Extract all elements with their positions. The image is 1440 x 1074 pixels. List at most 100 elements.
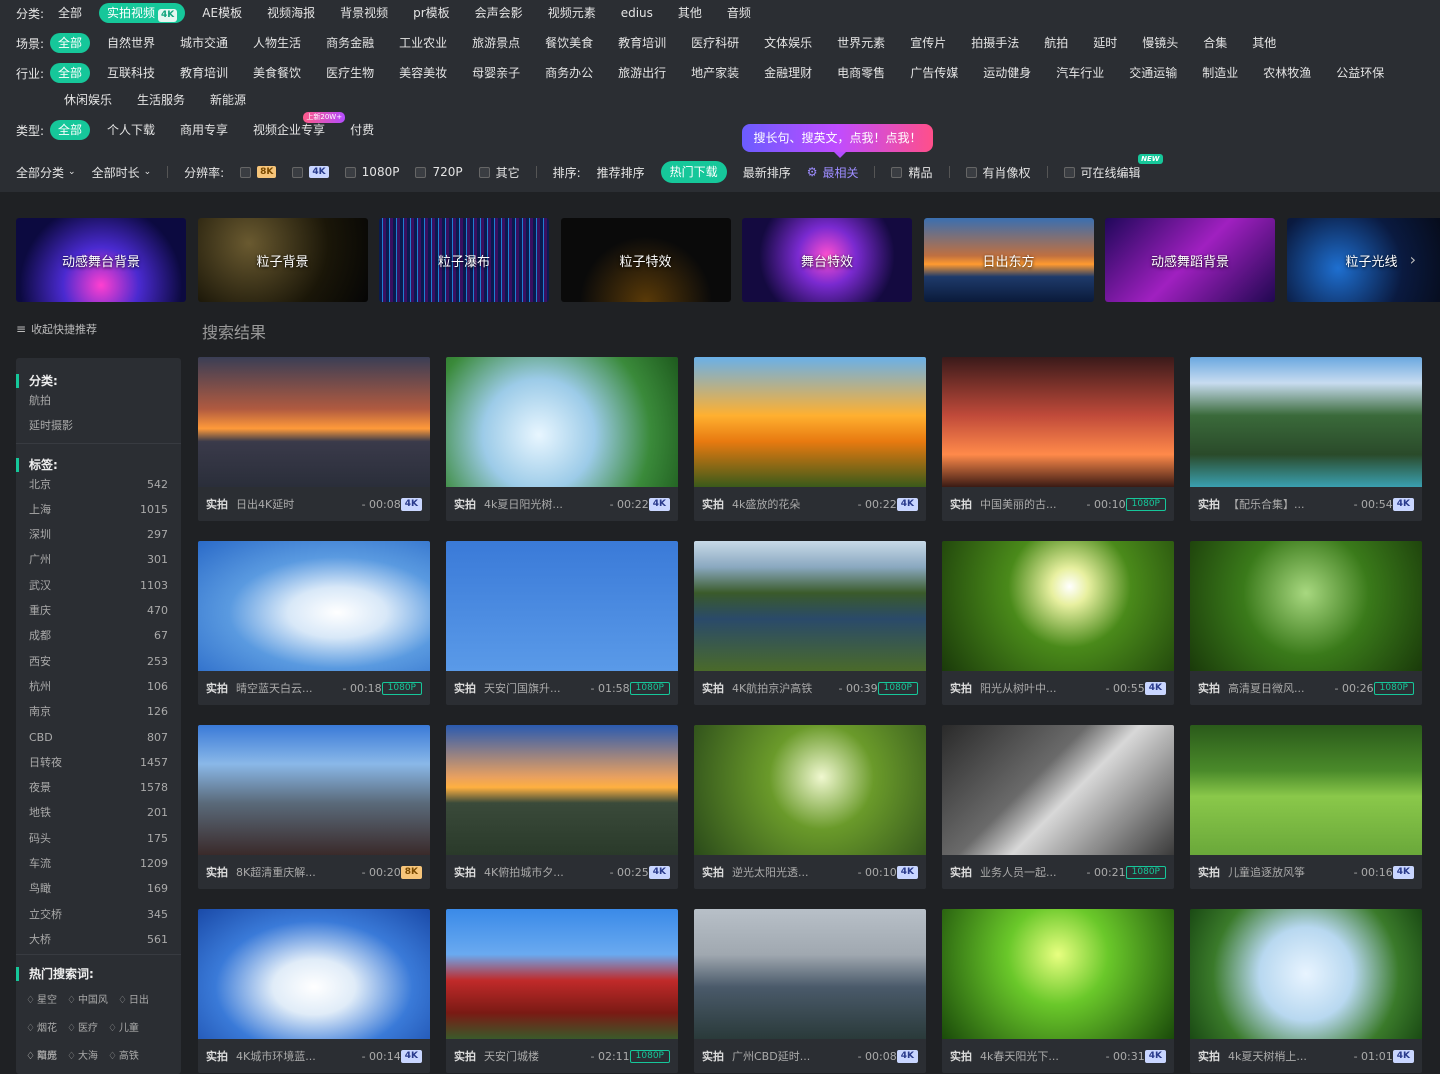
- filter-item[interactable]: 视频元素: [540, 3, 604, 23]
- filter-item[interactable]: edius: [613, 3, 661, 23]
- filter-item[interactable]: 延时: [1085, 33, 1125, 53]
- sort-hot-download[interactable]: 热门下载: [660, 161, 727, 183]
- sidebar-tag-item[interactable]: 大桥 561: [16, 927, 181, 952]
- video-title[interactable]: 4k盛放的花朵: [732, 496, 854, 512]
- filter-item[interactable]: 拍摄手法: [963, 33, 1027, 53]
- video-card[interactable]: 实拍 4K俯拍城市夕... - 00:25 4K: [446, 725, 678, 889]
- video-card[interactable]: 实拍 天安门国旗升... - 01:58 1080P: [446, 541, 678, 705]
- filter-item[interactable]: 农林牧渔: [1255, 63, 1319, 83]
- hot-search-word[interactable]: ♢ 阳光: [26, 1051, 62, 1062]
- video-card[interactable]: 实拍 4K航拍京沪高铁 - 00:39 1080P: [694, 541, 926, 705]
- filter-item[interactable]: 运动健身: [975, 63, 1039, 83]
- video-thumbnail[interactable]: [446, 357, 678, 487]
- video-card[interactable]: 实拍 天安门城楼 - 02:11 1080P: [446, 909, 678, 1073]
- filter-item[interactable]: pr模板: [405, 3, 458, 23]
- sidebar-tag-item[interactable]: 上海 1015: [16, 497, 181, 522]
- video-thumbnail[interactable]: [1190, 909, 1422, 1039]
- video-thumbnail[interactable]: [942, 541, 1174, 671]
- filter-item[interactable]: 合集: [1195, 33, 1235, 53]
- sidebar-tag-item[interactable]: 西安 253: [16, 649, 181, 674]
- sidebar-tag-item[interactable]: 地铁 201: [16, 800, 181, 825]
- filter-item[interactable]: 教育培训: [172, 63, 236, 83]
- video-thumbnail[interactable]: [942, 909, 1174, 1039]
- filter-item[interactable]: 商用专享: [172, 120, 236, 140]
- filter-item[interactable]: 交通运输: [1121, 63, 1185, 83]
- hot-search-word[interactable]: ♢ 日出: [118, 995, 154, 1006]
- filter-item[interactable]: 城市交通: [172, 33, 236, 53]
- video-thumbnail[interactable]: [694, 541, 926, 671]
- sort-relevance[interactable]: ⚙ 最相关: [807, 164, 859, 181]
- video-card[interactable]: 实拍 日出4K延时 - 00:08 4K: [198, 357, 430, 521]
- filter-item[interactable]: 地产家装: [683, 63, 747, 83]
- filter-item[interactable]: 背景视频: [332, 3, 396, 23]
- checkbox[interactable]: [478, 166, 490, 178]
- video-card[interactable]: 实拍 阳光从树叶中... - 00:55 4K: [942, 541, 1174, 705]
- filter-item[interactable]: 商务办公: [537, 63, 601, 83]
- online-edit-checkbox[interactable]: 可在线编辑 NEW: [1063, 153, 1163, 181]
- filter-item[interactable]: 制造业: [1194, 63, 1246, 83]
- video-thumbnail[interactable]: [694, 909, 926, 1039]
- filter-item[interactable]: 慢镜头: [1134, 33, 1186, 53]
- sidebar-tag-item[interactable]: 深圳 297: [16, 522, 181, 547]
- sidebar-tag-item[interactable]: 码头 175: [16, 826, 181, 851]
- video-title[interactable]: 晴空蓝天白云...: [236, 680, 338, 696]
- video-title[interactable]: 逆光太阳光透...: [732, 864, 854, 880]
- filter-item[interactable]: AE模板: [194, 3, 250, 23]
- video-thumbnail[interactable]: [942, 357, 1174, 487]
- video-thumbnail[interactable]: [446, 725, 678, 855]
- filter-item[interactable]: 休闲娱乐: [56, 90, 120, 110]
- sidebar-tag-item[interactable]: 武汉 1103: [16, 573, 181, 598]
- video-thumbnail[interactable]: [1190, 357, 1422, 487]
- video-thumbnail[interactable]: [198, 909, 430, 1039]
- hot-search-word[interactable]: ♢ 星空: [26, 995, 62, 1006]
- filter-item[interactable]: 工业农业: [391, 33, 455, 53]
- hot-search-word[interactable]: ♢ 中国风: [67, 995, 113, 1006]
- video-thumbnail[interactable]: [942, 725, 1174, 855]
- video-card[interactable]: 实拍 逆光太阳光透... - 00:10 4K: [694, 725, 926, 889]
- video-card[interactable]: 实拍 广州CBD延时... - 00:08 4K: [694, 909, 926, 1073]
- filter-item[interactable]: 生活服务: [129, 90, 193, 110]
- portrait-rights-checkbox[interactable]: 有肖像权: [965, 164, 1031, 181]
- filter-item[interactable]: 其他: [1244, 33, 1284, 53]
- video-card[interactable]: 实拍 4k盛放的花朵 - 00:22 4K: [694, 357, 926, 521]
- video-card[interactable]: 实拍 【配乐合集】... - 00:54 4K: [1190, 357, 1422, 521]
- video-card[interactable]: 实拍 4k春天阳光下... - 00:31 4K: [942, 909, 1174, 1073]
- video-thumbnail[interactable]: [446, 541, 678, 671]
- checkbox[interactable]: [415, 166, 427, 178]
- sidebar-category-item[interactable]: 延时摄影: [16, 413, 181, 438]
- recommend-banner[interactable]: 粒子瀑布: [379, 218, 549, 302]
- recommend-banner[interactable]: 舞台特效: [742, 218, 912, 302]
- filter-item[interactable]: 全部: [50, 63, 91, 83]
- filter-item[interactable]: 航拍: [1036, 33, 1076, 53]
- video-title[interactable]: 广州CBD延时...: [732, 1048, 854, 1064]
- res-1080p-checkbox[interactable]: 1080P: [344, 165, 399, 179]
- sidebar-tag-item[interactable]: 南京 126: [16, 699, 181, 724]
- video-card[interactable]: 实拍 儿童追逐放风筝 - 00:16 4K: [1190, 725, 1422, 889]
- premium-checkbox[interactable]: 精品: [891, 164, 933, 181]
- sidebar-tag-item[interactable]: 鸟瞰 169: [16, 876, 181, 901]
- recommend-banner[interactable]: 粒子光线: [1286, 218, 1440, 302]
- sort-newest[interactable]: 最新排序: [743, 164, 791, 181]
- video-title[interactable]: 日出4K延时: [236, 496, 358, 512]
- sidebar-tag-item[interactable]: 夜景 1578: [16, 775, 181, 800]
- video-title[interactable]: 【配乐合集】...: [1228, 496, 1350, 512]
- filter-item[interactable]: 世界元素: [829, 33, 893, 53]
- filter-item[interactable]: 新能源: [202, 90, 254, 110]
- filter-item[interactable]: 全部: [50, 120, 91, 140]
- checkbox[interactable]: [240, 166, 252, 178]
- hot-search-word[interactable]: ♢ 高铁: [108, 1051, 144, 1062]
- filter-item[interactable]: 自然世界: [99, 33, 163, 53]
- collapse-recommend-button[interactable]: ≡ 收起快捷推荐: [16, 321, 97, 337]
- all-category-dropdown[interactable]: 全部分类 ⌄: [16, 164, 76, 181]
- checkbox[interactable]: [891, 166, 903, 178]
- search-tip-banner[interactable]: 搜长句、搜英文，点我！点我！: [742, 124, 933, 158]
- filter-item[interactable]: 广告传媒: [902, 63, 966, 83]
- res-720p-checkbox[interactable]: 720P: [415, 165, 463, 179]
- sidebar-tag-item[interactable]: 北京 542: [16, 472, 181, 497]
- video-title[interactable]: 阳光从树叶中...: [980, 680, 1102, 696]
- sort-recommended[interactable]: 推荐排序: [597, 164, 645, 181]
- filter-item[interactable]: 文体娱乐: [756, 33, 820, 53]
- video-card[interactable]: 实拍 4k夏日阳光树... - 00:22 4K: [446, 357, 678, 521]
- video-title[interactable]: 4K俯拍城市夕...: [484, 864, 606, 880]
- filter-item[interactable]: 医疗科研: [683, 33, 747, 53]
